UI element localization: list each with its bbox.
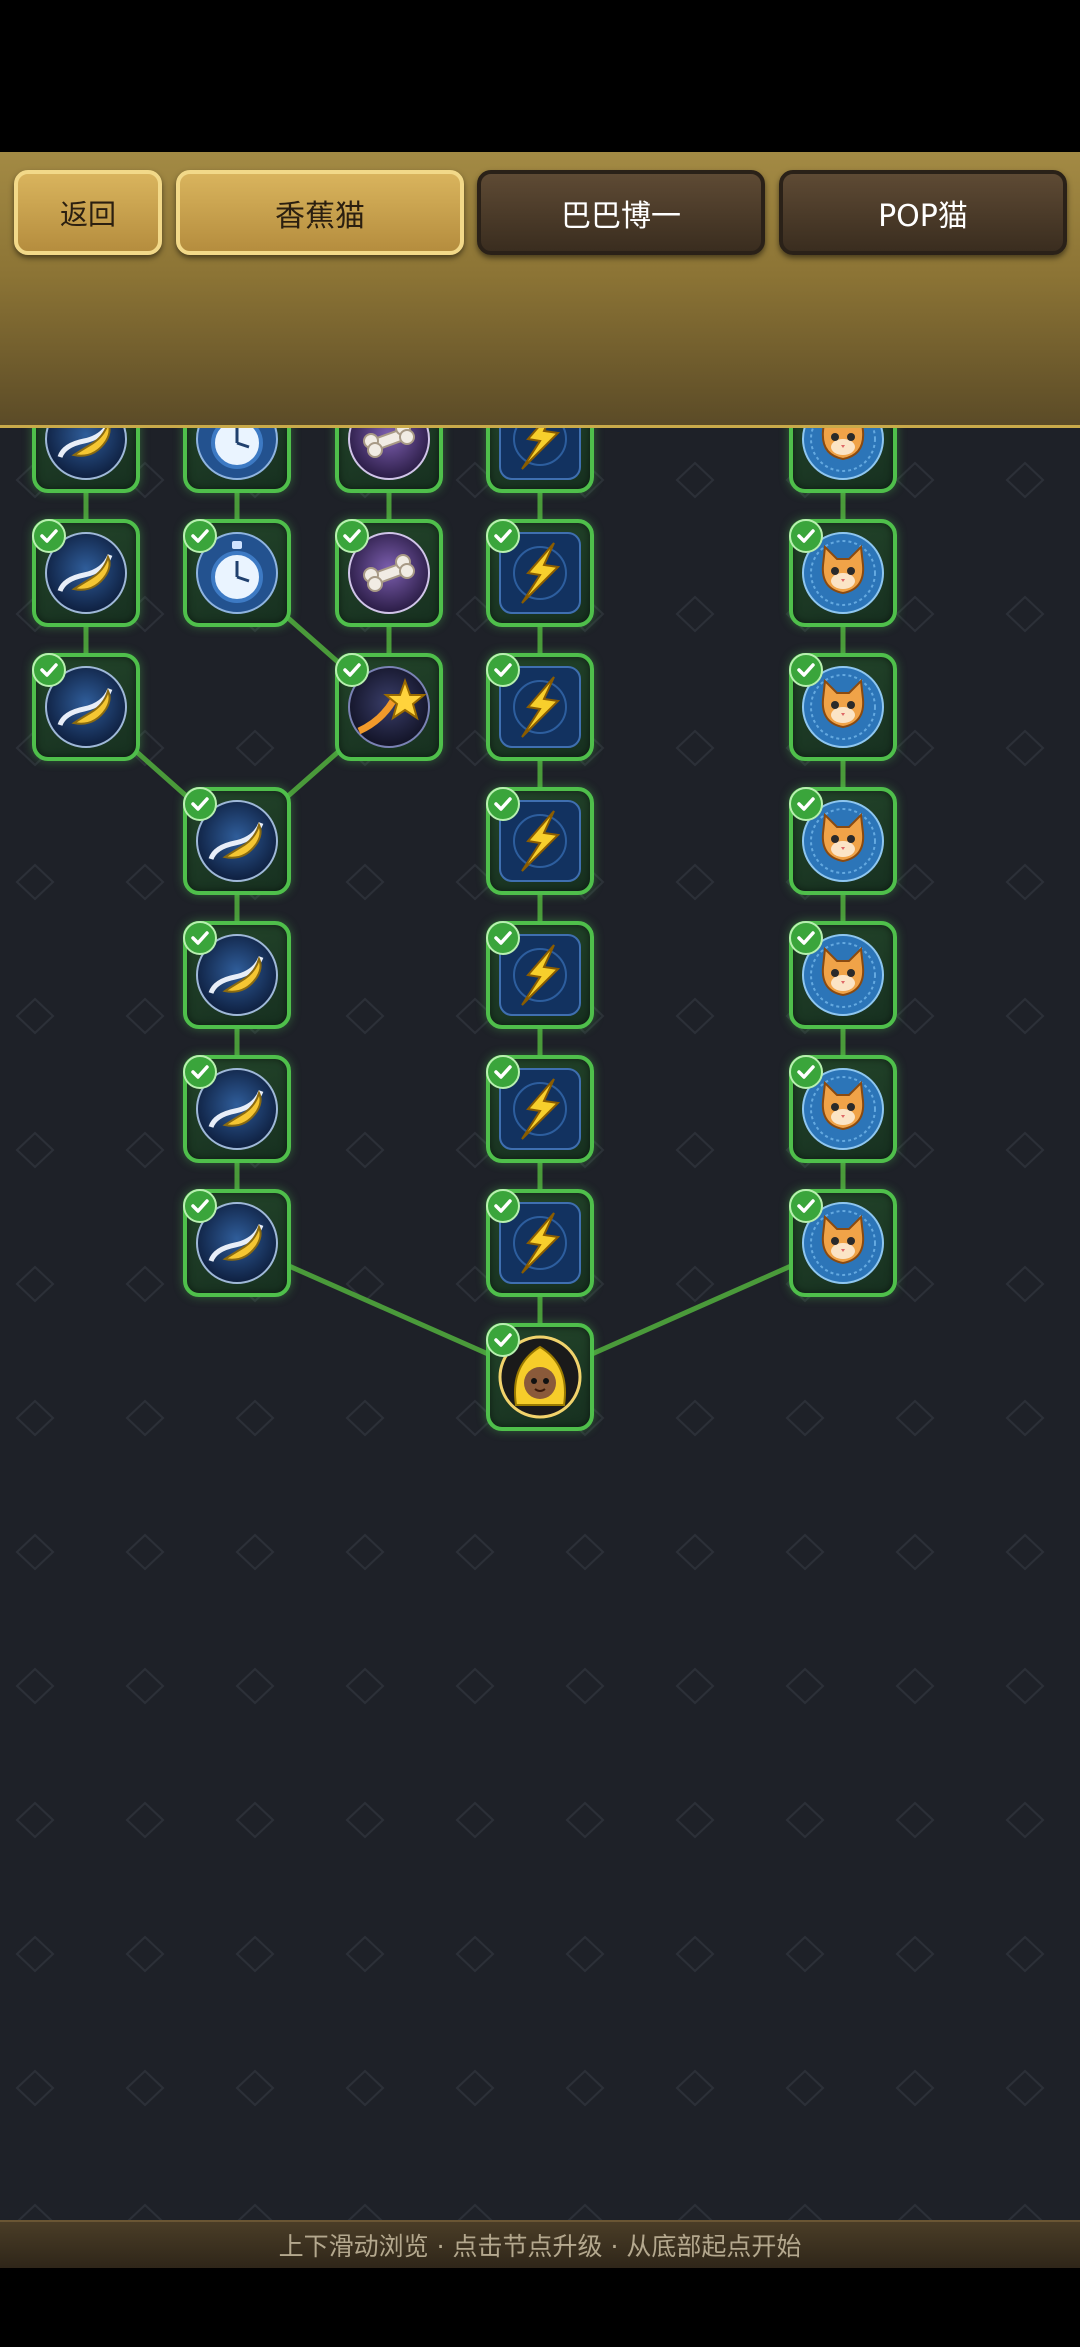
skill-node-banana[interactable] xyxy=(183,921,291,1029)
skill-node-lightning[interactable] xyxy=(486,1055,594,1163)
unlocked-check-icon xyxy=(183,519,217,553)
skill-node-cat[interactable] xyxy=(789,519,897,627)
tab-bababo[interactable]: 巴巴博一 xyxy=(477,170,765,255)
unlocked-check-icon xyxy=(789,1055,823,1089)
unlocked-check-icon xyxy=(486,1055,520,1089)
skill-tree-panel[interactable] xyxy=(0,428,1080,2220)
skill-node-lightning[interactable] xyxy=(486,653,594,761)
unlocked-check-icon xyxy=(335,653,369,687)
unlocked-check-icon xyxy=(486,1323,520,1357)
unlocked-check-icon xyxy=(183,787,217,821)
unlocked-check-icon xyxy=(183,1055,217,1089)
unlocked-check-icon xyxy=(183,1189,217,1223)
unlocked-check-icon xyxy=(335,519,369,553)
footer-hint: 上下滑动浏览 · 点击节点升级 · 从底部起点开始 xyxy=(0,2220,1080,2268)
bone-icon xyxy=(347,428,431,481)
skill-node-banana[interactable] xyxy=(183,1189,291,1297)
unlocked-check-icon xyxy=(789,787,823,821)
skill-node-shooting-star[interactable] xyxy=(335,653,443,761)
skill-node-cat[interactable] xyxy=(789,653,897,761)
tab-pop-cat[interactable]: POP猫 xyxy=(779,170,1067,255)
skill-node-cat[interactable] xyxy=(789,787,897,895)
skill-node-lightning[interactable] xyxy=(486,428,594,493)
skill-node-cat[interactable] xyxy=(789,428,897,493)
unlocked-check-icon xyxy=(183,921,217,955)
stopwatch-icon xyxy=(195,428,279,481)
skill-node-bone[interactable] xyxy=(335,428,443,493)
banana-icon xyxy=(44,428,128,481)
unlocked-check-icon xyxy=(486,1189,520,1223)
skill-node-banana[interactable] xyxy=(32,519,140,627)
skill-node-stopwatch[interactable] xyxy=(183,428,291,493)
skill-node-cat[interactable] xyxy=(789,921,897,1029)
unlocked-check-icon xyxy=(486,787,520,821)
cat-face-icon xyxy=(801,428,885,481)
lightning-bolt-icon xyxy=(498,428,582,481)
unlocked-check-icon xyxy=(32,653,66,687)
unlocked-check-icon xyxy=(486,519,520,553)
skill-node-cat[interactable] xyxy=(789,1189,897,1297)
skill-node-stopwatch[interactable] xyxy=(183,519,291,627)
skill-node-cat[interactable] xyxy=(789,1055,897,1163)
back-button[interactable]: 返回 xyxy=(14,170,162,255)
skill-node-banana[interactable] xyxy=(183,1055,291,1163)
unlocked-check-icon xyxy=(789,519,823,553)
skill-node-lightning[interactable] xyxy=(486,1189,594,1297)
skill-node-root[interactable] xyxy=(486,1323,594,1431)
unlocked-check-icon xyxy=(486,921,520,955)
unlocked-check-icon xyxy=(486,653,520,687)
unlocked-check-icon xyxy=(789,1189,823,1223)
unlocked-check-icon xyxy=(32,519,66,553)
skill-node-bone[interactable] xyxy=(335,519,443,627)
unlocked-check-icon xyxy=(789,921,823,955)
skill-node-lightning[interactable] xyxy=(486,787,594,895)
tab-banana-cat[interactable]: 香蕉猫 xyxy=(176,170,464,255)
skill-node-banana[interactable] xyxy=(32,428,140,493)
skill-node-lightning[interactable] xyxy=(486,921,594,1029)
skill-node-lightning[interactable] xyxy=(486,519,594,627)
skill-node-banana[interactable] xyxy=(32,653,140,761)
skill-node-banana[interactable] xyxy=(183,787,291,895)
unlocked-check-icon xyxy=(789,653,823,687)
